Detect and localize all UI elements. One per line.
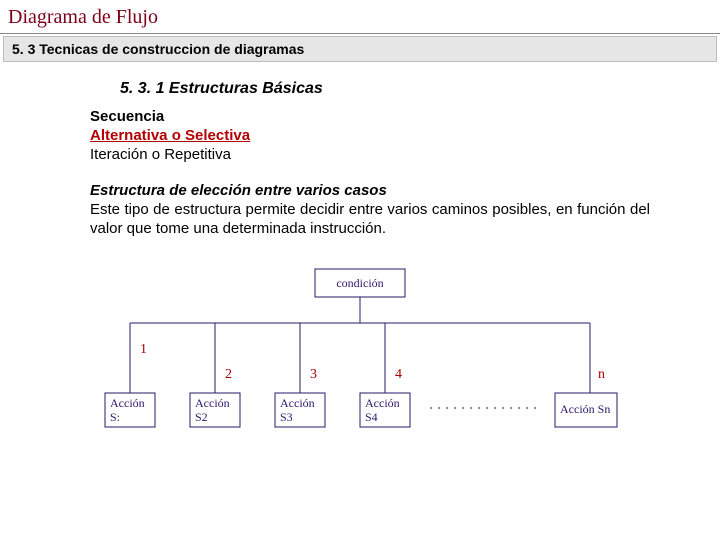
- page-title: Diagrama de Flujo: [0, 0, 720, 34]
- action-1-l2: S:: [110, 410, 120, 424]
- action-4-l2: S4: [365, 410, 378, 424]
- action-2-l2: S2: [195, 410, 208, 424]
- structure-iteration: Iteración o Repetitiva: [90, 146, 650, 165]
- sub-heading: 5. 3. 1 Estructuras Básicas: [120, 80, 720, 98]
- branch-label-2: 2: [225, 367, 232, 382]
- action-1-l1: Acción: [110, 396, 145, 410]
- content-block: Secuencia Alternativa o Selectiva Iterac…: [90, 108, 650, 239]
- flow-diagram-svg: condición 1 2 3 4 n Acción S: Acción S2 …: [100, 263, 620, 453]
- section-bar: 5. 3 Tecnicas de construccion de diagram…: [3, 36, 717, 62]
- branch-label-3: 3: [310, 367, 317, 382]
- branch-label-4: 4: [395, 367, 402, 382]
- structure-sequence: Secuencia: [90, 108, 650, 127]
- flow-diagram: condición 1 2 3 4 n Acción S: Acción S2 …: [100, 263, 620, 453]
- action-4-l1: Acción: [365, 396, 400, 410]
- selection-structure-title: Estructura de elección entre varios caso…: [90, 182, 650, 201]
- condition-label: condición: [336, 276, 383, 290]
- action-n-l1: Acción Sn: [560, 402, 610, 416]
- action-3-l2: S3: [280, 410, 293, 424]
- structure-alternative: Alternativa o Selectiva: [90, 127, 650, 146]
- branch-label-n: n: [598, 367, 605, 382]
- selection-structure-body: Este tipo de estructura permite decidir …: [90, 201, 650, 239]
- action-2-l1: Acción: [195, 396, 230, 410]
- branch-label-1: 1: [140, 342, 147, 357]
- action-3-l1: Acción: [280, 396, 315, 410]
